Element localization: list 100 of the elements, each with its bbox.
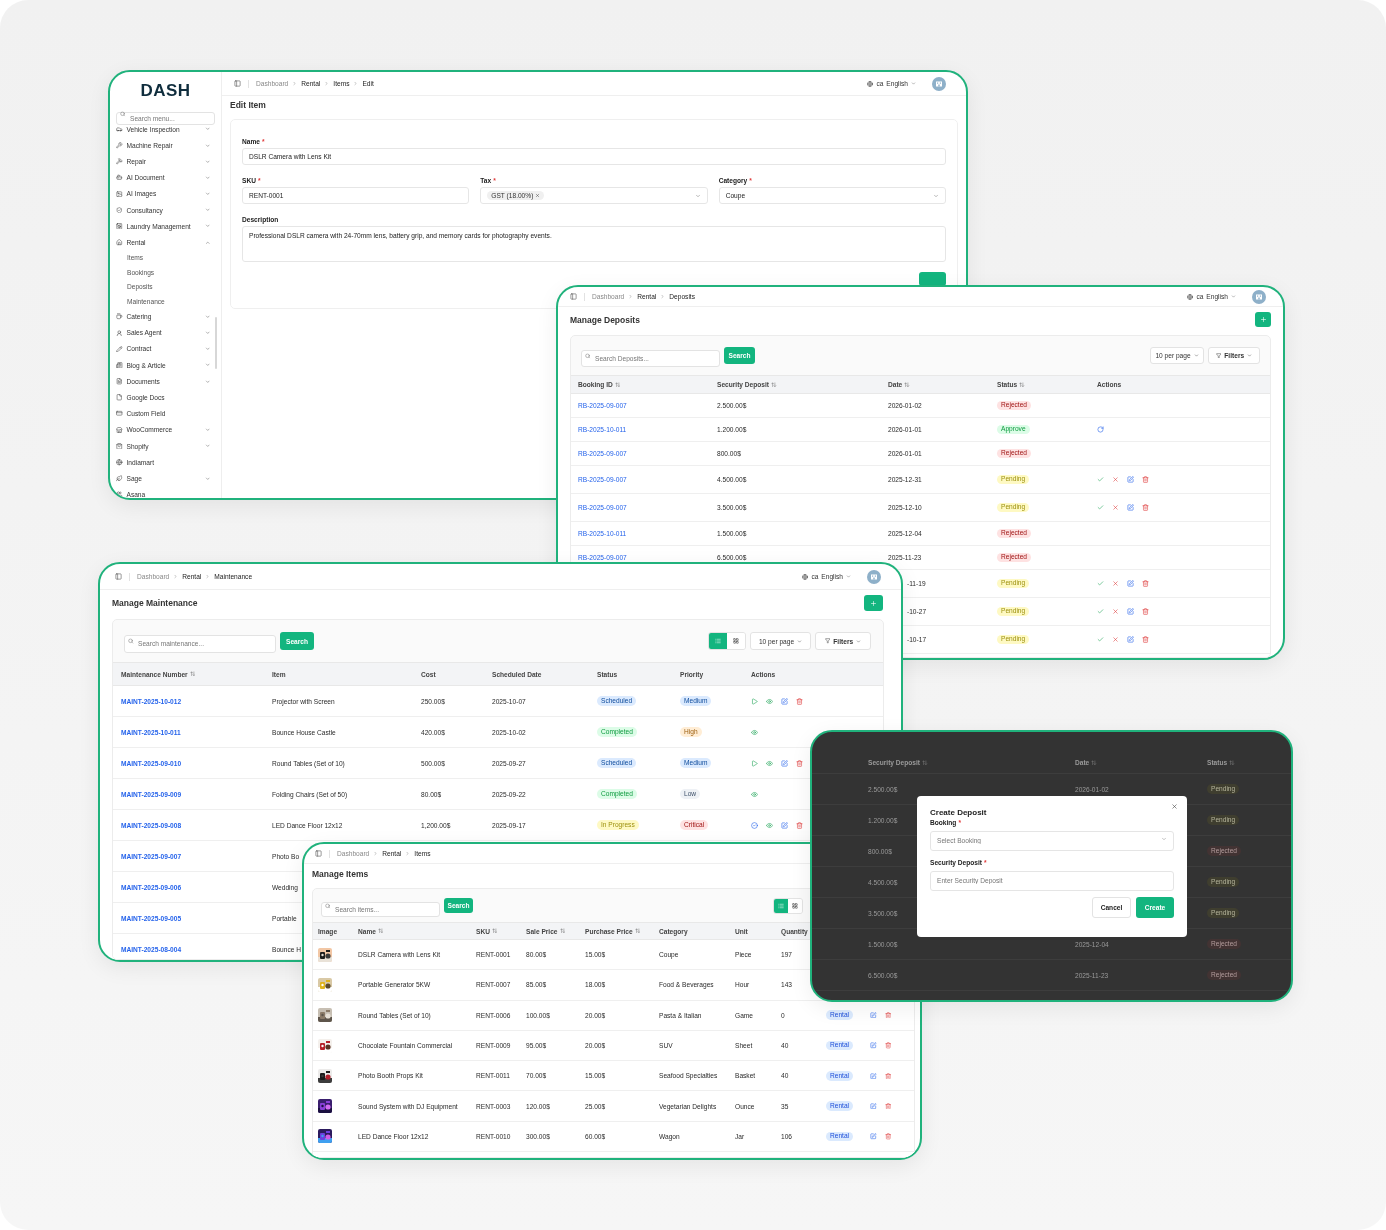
plus-icon: [870, 599, 877, 607]
play-icon[interactable]: [751, 759, 758, 767]
trash-icon[interactable]: [796, 759, 803, 767]
trash-icon[interactable]: [1142, 476, 1149, 483]
page-title: Manage Deposits: [570, 314, 640, 325]
trash-icon[interactable]: [884, 1102, 891, 1110]
edit-icon[interactable]: [781, 821, 788, 829]
search-icon: [120, 110, 126, 117]
caret-icon: [1231, 294, 1236, 299]
trash-icon[interactable]: [796, 821, 803, 829]
search-icon: [128, 638, 134, 644]
check-circle-icon[interactable]: [751, 821, 758, 829]
trash-icon[interactable]: [796, 697, 803, 705]
check-icon[interactable]: [1097, 580, 1104, 587]
refresh-icon[interactable]: [1097, 426, 1104, 433]
sidebar-toggle-icon[interactable]: [315, 850, 322, 857]
trash-icon[interactable]: [884, 1012, 891, 1019]
wrench-icon: [116, 142, 123, 149]
eye-icon[interactable]: [766, 821, 773, 829]
check-icon[interactable]: [1097, 608, 1104, 615]
eye-icon[interactable]: [766, 759, 773, 767]
sort-icon[interactable]: [559, 928, 566, 934]
sort-icon[interactable]: [771, 381, 777, 388]
cross-icon[interactable]: [1112, 580, 1119, 587]
play-icon[interactable]: [751, 697, 758, 705]
users-icon: [116, 491, 123, 498]
list-icon: [715, 638, 721, 644]
scroll-thumb[interactable]: [215, 317, 217, 369]
edit-icon[interactable]: [870, 1012, 877, 1019]
trash-icon[interactable]: [1142, 504, 1149, 511]
trash-icon[interactable]: [1142, 636, 1149, 643]
edit-icon[interactable]: [1127, 504, 1134, 511]
chevron-right-icon: [405, 851, 411, 856]
trash-icon[interactable]: [884, 1072, 891, 1080]
sort-icon[interactable]: [377, 928, 384, 934]
document-icon: [116, 378, 123, 385]
sort-icon[interactable]: [614, 381, 621, 388]
close-button[interactable]: [1171, 803, 1178, 810]
cross-icon[interactable]: [1112, 476, 1119, 483]
caret-icon: [933, 192, 939, 199]
caret-icon: [1247, 353, 1253, 358]
remove-icon[interactable]: [535, 193, 541, 198]
hammer-icon: [116, 158, 123, 165]
sort-icon[interactable]: [904, 381, 910, 388]
sort-icon[interactable]: [491, 928, 498, 934]
page-title: Edit Item: [230, 100, 266, 110]
edit-icon[interactable]: [870, 1072, 877, 1080]
sidebar-toggle-icon[interactable]: [234, 80, 241, 87]
edit-icon[interactable]: [1127, 476, 1134, 483]
add-button[interactable]: [864, 595, 883, 611]
check-icon[interactable]: [1097, 636, 1104, 643]
grid-view-button[interactable]: [727, 633, 745, 649]
list-view-button[interactable]: [774, 898, 788, 913]
edit-icon[interactable]: [870, 1042, 877, 1049]
avatar-icon[interactable]: [867, 569, 881, 584]
submit-button[interactable]: [919, 272, 946, 286]
grid-view-button[interactable]: [788, 898, 802, 913]
eye-icon[interactable]: [751, 728, 758, 736]
cross-icon[interactable]: [1112, 504, 1119, 511]
edit-icon[interactable]: [781, 759, 788, 767]
image-icon: [116, 190, 123, 198]
trash-icon[interactable]: [1142, 580, 1149, 587]
edit-icon[interactable]: [1127, 608, 1134, 615]
chevron-right-icon: [292, 81, 298, 86]
list-view-button[interactable]: [709, 633, 727, 649]
chevron-right-icon: [353, 81, 359, 86]
search-icon: [585, 352, 591, 359]
edit-icon[interactable]: [870, 1133, 877, 1140]
filter-icon: [1215, 352, 1222, 359]
trash-icon[interactable]: [884, 1133, 891, 1140]
caret-icon: [846, 574, 851, 579]
sidebar-toggle-icon[interactable]: [115, 573, 122, 580]
grid-icon: [792, 902, 798, 909]
globe-icon: [116, 459, 123, 466]
file-icon: [116, 394, 123, 401]
check-icon[interactable]: [1097, 504, 1104, 511]
trash-icon[interactable]: [1142, 608, 1149, 615]
avatar-icon[interactable]: [1252, 289, 1266, 304]
sort-icon[interactable]: [634, 928, 641, 934]
page-title: Manage Maintenance: [112, 598, 198, 608]
globe-icon: [802, 573, 809, 580]
eye-icon[interactable]: [751, 790, 758, 798]
edit-icon[interactable]: [1127, 580, 1134, 587]
edit-icon[interactable]: [870, 1102, 877, 1110]
filter-icon: [824, 638, 831, 644]
sort-icon[interactable]: [1019, 381, 1025, 388]
cup-icon: [116, 313, 123, 320]
avatar-icon[interactable]: [932, 76, 946, 91]
check-icon[interactable]: [1097, 476, 1104, 483]
edit-icon[interactable]: [1127, 636, 1134, 643]
cross-icon[interactable]: [1112, 608, 1119, 615]
cross-icon[interactable]: [1112, 636, 1119, 643]
sort-icon[interactable]: [189, 671, 196, 677]
trash-icon[interactable]: [884, 1042, 891, 1049]
add-button[interactable]: [1255, 312, 1271, 327]
eye-icon[interactable]: [766, 697, 773, 705]
sidebar-toggle-icon[interactable]: [570, 293, 577, 300]
edit-icon[interactable]: [781, 697, 788, 705]
robot-icon: [116, 174, 123, 181]
chevron-right-icon: [628, 294, 634, 299]
